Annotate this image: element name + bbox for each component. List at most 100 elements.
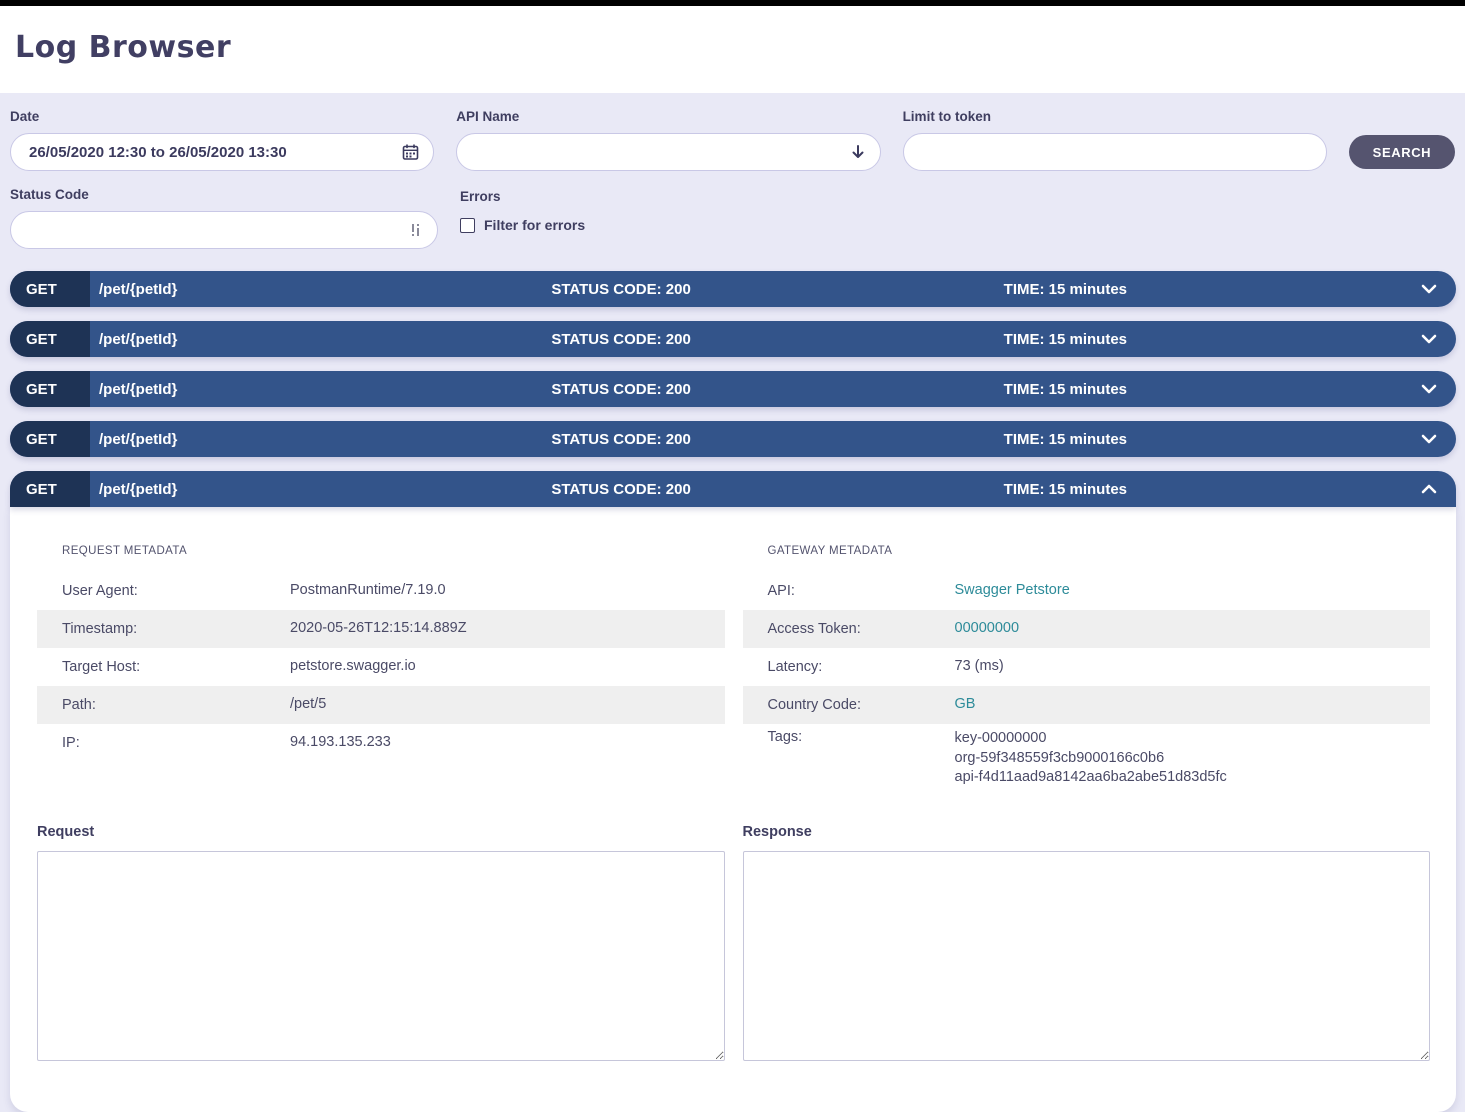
log-rows-list: GET /pet/{petId} STATUS CODE: 200 TIME: … <box>0 271 1465 1112</box>
limit-to-token-input[interactable] <box>904 134 1326 170</box>
request-body-section: Request <box>37 793 725 1066</box>
time-cell: TIME: 15 minutes <box>1004 431 1456 448</box>
metadata-label: Country Code: <box>768 697 955 713</box>
metadata-row: Latency:73 (ms) <box>743 648 1431 686</box>
log-row[interactable]: GET /pet/{petId} STATUS CODE: 200 TIME: … <box>10 321 1456 357</box>
metadata-label: API: <box>768 583 955 599</box>
metadata-label: Latency: <box>768 659 955 675</box>
metadata-row: Tags:key-00000000org-59f348559f3cb900016… <box>743 724 1431 793</box>
date-label: Date <box>10 109 434 124</box>
metadata-label: Target Host: <box>62 659 290 675</box>
response-body-label: Response <box>743 824 1431 840</box>
time-cell-value: 15 minutes <box>1049 481 1127 498</box>
metadata-row: Path:/pet/5 <box>37 686 725 724</box>
log-row[interactable]: GET /pet/{petId} STATUS CODE: 200 TIME: … <box>10 371 1456 407</box>
metadata-value-link[interactable]: GB <box>955 695 976 715</box>
metadata-value: 94.193.135.233 <box>290 733 391 753</box>
calendar-icon[interactable] <box>402 144 419 161</box>
log-row-expanded[interactable]: GET /pet/{petId} STATUS CODE: 200 TIME: … <box>10 471 1456 507</box>
arrow-down-icon[interactable] <box>850 144 866 160</box>
log-detail-panel: REQUEST METADATA User Agent:PostmanRunti… <box>10 507 1456 1112</box>
metadata-label: Timestamp: <box>62 621 290 637</box>
log-row[interactable]: GET /pet/{petId} STATUS CODE: 200 TIME: … <box>10 421 1456 457</box>
metadata-label: Path: <box>62 697 290 713</box>
filter-row-2: Status Code Errors Filter for errors <box>10 187 1455 249</box>
metadata-value-link[interactable]: 00000000 <box>955 619 1020 639</box>
metadata-label: User Agent: <box>62 583 290 599</box>
limit-to-token-field: Limit to token <box>903 109 1327 171</box>
api-name-label: API Name <box>456 109 880 124</box>
status-code-cell: STATUS CODE: 200 <box>551 381 1003 398</box>
metadata-value: 2020-05-26T12:15:14.889Z <box>290 619 467 639</box>
response-body-textarea[interactable] <box>743 851 1431 1061</box>
metadata-value: key-00000000org-59f348559f3cb9000166c0b6… <box>955 729 1227 788</box>
status-code-cell-label: STATUS CODE: <box>551 481 661 498</box>
request-path: /pet/{petId} <box>90 331 551 348</box>
search-button[interactable]: SEARCH <box>1349 135 1455 169</box>
filter-panel: Date API Name <box>0 93 1465 271</box>
time-cell: TIME: 15 minutes <box>1004 331 1456 348</box>
request-metadata-title: REQUEST METADATA <box>62 545 725 557</box>
status-code-field: Status Code <box>10 187 438 249</box>
errors-label: Errors <box>460 189 585 204</box>
page-title: Log Browser <box>15 30 1450 65</box>
http-method-badge: GET <box>10 321 90 357</box>
date-field: Date <box>10 109 434 171</box>
response-body-section: Response <box>743 793 1431 1066</box>
http-method-badge: GET <box>10 421 90 457</box>
filter-for-errors-label: Filter for errors <box>484 217 585 233</box>
status-code-input[interactable] <box>11 212 437 248</box>
time-cell: TIME: 15 minutes <box>1004 481 1456 498</box>
chevron-down-icon[interactable] <box>1420 283 1438 295</box>
filter-row-1: Date API Name <box>10 109 1455 171</box>
gateway-metadata-section: GATEWAY METADATA API:Swagger PetstoreAcc… <box>743 545 1431 793</box>
status-code-cell: STATUS CODE: 200 <box>551 281 1003 298</box>
filter-for-errors-checkbox[interactable] <box>460 218 475 233</box>
metadata-row: Target Host:petstore.swagger.io <box>37 648 725 686</box>
metadata-value: /pet/5 <box>290 695 326 715</box>
api-name-input[interactable] <box>457 134 879 170</box>
metadata-row: IP:94.193.135.233 <box>37 724 725 762</box>
status-code-cell: STATUS CODE: 200 <box>551 481 1003 498</box>
metadata-value: 73 (ms) <box>955 657 1004 677</box>
metadata-row: User Agent:PostmanRuntime/7.19.0 <box>37 572 725 610</box>
request-metadata-section: REQUEST METADATA User Agent:PostmanRunti… <box>37 545 725 793</box>
chevron-down-icon[interactable] <box>1420 383 1438 395</box>
errors-field: Errors Filter for errors <box>460 187 585 233</box>
app-header: Log Browser <box>0 6 1465 93</box>
metadata-value: petstore.swagger.io <box>290 657 416 677</box>
metadata-label: Tags: <box>768 729 955 745</box>
http-method-badge: GET <box>10 271 90 307</box>
status-code-cell-value: 200 <box>666 481 691 498</box>
status-code-label: Status Code <box>10 187 438 202</box>
limit-to-token-label: Limit to token <box>903 109 1327 124</box>
status-code-cell: STATUS CODE: 200 <box>551 431 1003 448</box>
chevron-up-icon[interactable] <box>1420 483 1438 495</box>
chevron-down-icon[interactable] <box>1420 333 1438 345</box>
date-input[interactable] <box>11 134 433 170</box>
metadata-row: API:Swagger Petstore <box>743 572 1431 610</box>
log-row[interactable]: GET /pet/{petId} STATUS CODE: 200 TIME: … <box>10 271 1456 307</box>
http-method-badge: GET <box>10 471 90 507</box>
time-cell: TIME: 15 minutes <box>1004 281 1456 298</box>
metadata-row: Country Code:GB <box>743 686 1431 724</box>
api-name-field: API Name <box>456 109 880 171</box>
request-path: /pet/{petId} <box>90 381 551 398</box>
request-path: /pet/{petId} <box>90 281 551 298</box>
metadata-row: Timestamp:2020-05-26T12:15:14.889Z <box>37 610 725 648</box>
http-method-badge: GET <box>10 371 90 407</box>
chevron-down-icon[interactable] <box>1420 433 1438 445</box>
request-body-textarea[interactable] <box>37 851 725 1061</box>
gateway-metadata-title: GATEWAY METADATA <box>768 545 1431 557</box>
metadata-value-link[interactable]: Swagger Petstore <box>955 581 1070 601</box>
metadata-label: IP: <box>62 735 290 751</box>
metadata-value: PostmanRuntime/7.19.0 <box>290 581 446 601</box>
request-path: /pet/{petId} <box>90 431 551 448</box>
metadata-label: Access Token: <box>768 621 955 637</box>
request-body-label: Request <box>37 824 725 840</box>
metadata-row: Access Token:00000000 <box>743 610 1431 648</box>
time-cell-label: TIME: <box>1004 481 1045 498</box>
status-code-cell: STATUS CODE: 200 <box>551 331 1003 348</box>
request-path: /pet/{petId} <box>90 481 551 498</box>
levels-icon <box>411 222 423 238</box>
